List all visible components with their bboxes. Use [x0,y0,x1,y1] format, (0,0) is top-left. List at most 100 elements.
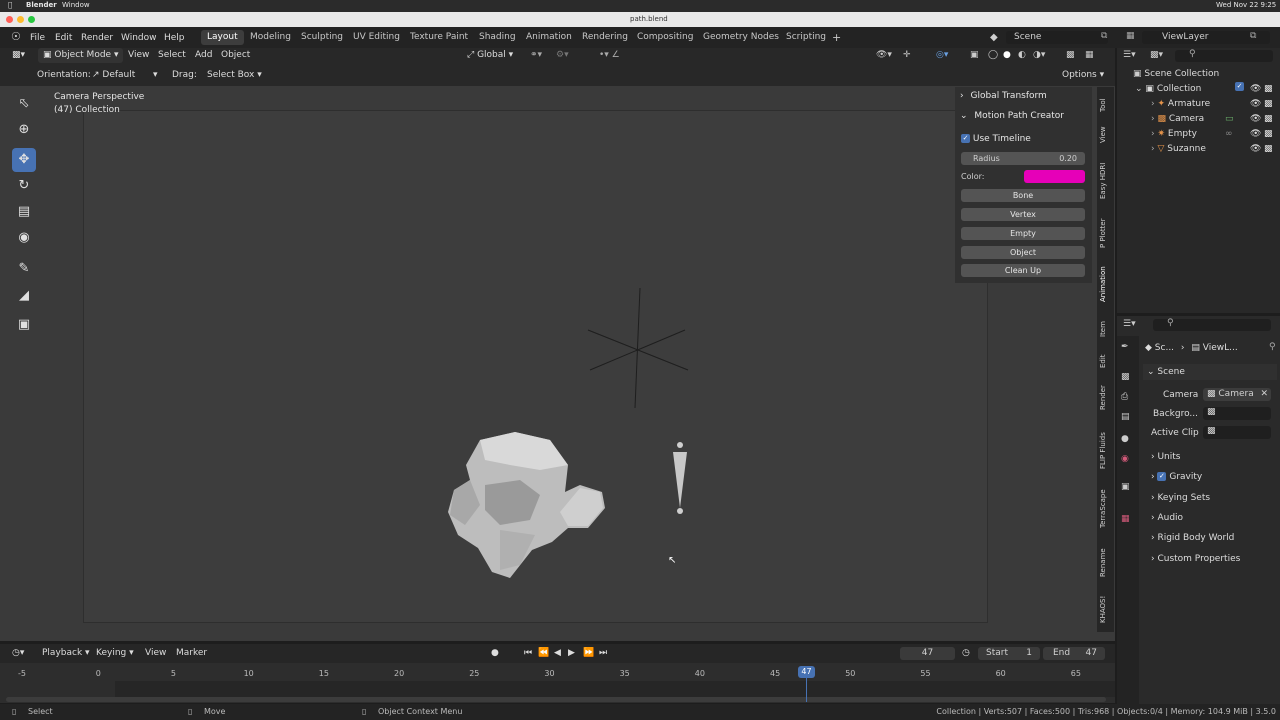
fullscreen-icon[interactable]: ▦ [1085,48,1094,63]
collection-checkbox[interactable]: ✓ [1235,82,1244,91]
camera-render-icon[interactable]: ▩ [1264,112,1273,127]
camera-view-icon[interactable]: ▩ [1066,48,1075,63]
tab-render[interactable]: Render [1099,381,1113,415]
transform-tool-icon[interactable]: ◉ [12,226,36,250]
mode-dropdown[interactable]: ▣ Object Mode ▾ [38,48,124,63]
eye-icon[interactable]: 👁 [1250,97,1261,112]
empty-button[interactable]: Empty [961,227,1085,240]
tab-modeling[interactable]: Modeling [244,30,297,45]
view-layer-tab-icon[interactable]: ▤ [1121,412,1130,422]
outliner-item-empty[interactable]: › ✷ Empty ∞ 👁 ▩ [1117,127,1280,142]
viewport-menu-select[interactable]: Select [158,48,186,63]
texture-tab-icon[interactable]: ▦ [1121,514,1130,524]
tab-tool[interactable]: Tool [1099,93,1113,117]
shading-solid-icon[interactable]: ● [1003,48,1011,63]
xray-icon[interactable]: ▣ [970,48,979,63]
outliner-item-camera[interactable]: › ▩ Camera ▭ 👁 ▩ [1117,112,1280,127]
timeline-scrollbar[interactable] [6,697,1106,702]
visibility-icon[interactable]: 👁▾ [876,48,892,63]
add-workspace-button[interactable]: + [826,30,847,45]
clock-icon[interactable]: ◷ [962,646,970,661]
eye-icon[interactable]: 👁 [1250,127,1261,142]
play-reverse-icon[interactable]: ◀ [554,646,561,661]
outliner-item-suzanne[interactable]: › ▽ Suzanne 👁 ▩ [1117,142,1280,157]
playback-menu[interactable]: Playback ▾ [42,646,90,661]
suzanne-object[interactable] [448,432,605,578]
outliner-item-armature[interactable]: › ✦ Armature 👁 ▩ [1117,97,1280,112]
new-viewlayer-icon[interactable]: ⧉ [1250,31,1256,41]
gravity-panel-header[interactable]: › ✓ Gravity [1151,469,1202,485]
menu-edit[interactable]: Edit [55,33,72,43]
tab-view[interactable]: View [1099,123,1113,147]
orientation-dropdown[interactable]: ↗ Default [92,68,135,83]
use-timeline-checkbox[interactable]: ✓ Use Timeline [961,134,1031,144]
minimize-window-button[interactable] [17,16,24,23]
outliner-search-input[interactable]: ⚲ [1175,49,1273,62]
background-prop-field[interactable]: ▩ [1203,407,1271,420]
menu-help[interactable]: Help [164,33,185,43]
camera-render-icon[interactable]: ▩ [1264,142,1273,157]
eye-icon[interactable]: 👁 [1250,142,1261,157]
select-tool-icon[interactable]: ⬁ [12,92,36,116]
timeline-area[interactable] [0,663,1115,703]
tab-flip-fluids[interactable]: FLIP Fluids [1099,427,1113,475]
units-panel-header[interactable]: › Units [1151,449,1180,465]
add-cube-tool-icon[interactable]: ▣ [12,313,36,337]
editor-type-icon[interactable]: ▩▾ [12,48,25,63]
custom-properties-panel-header[interactable]: › Custom Properties [1151,551,1240,567]
start-frame-field[interactable]: Start 1 [978,647,1040,660]
play-icon[interactable]: ▶ [568,646,575,661]
radius-field[interactable]: Radius 0.20 [961,152,1085,165]
rigid-body-world-panel-header[interactable]: › Rigid Body World [1151,530,1234,546]
keying-menu[interactable]: Keying ▾ [96,646,134,661]
proportional-edit-icon[interactable]: •▾ ∠ [599,48,620,63]
tab-p-plotter[interactable]: P Plotter [1099,213,1113,253]
cursor-tool-icon[interactable]: ⊕ [12,118,36,142]
tab-edit[interactable]: Edit [1099,349,1113,373]
marker-menu[interactable]: Marker [176,646,207,661]
prev-keyframe-icon[interactable]: ⏪ [538,646,549,661]
tool-tab-icon[interactable]: ✒ [1121,342,1129,352]
jump-end-icon[interactable]: ⏭ [599,646,607,661]
tab-shading[interactable]: Shading [473,30,522,45]
display-mode-icon[interactable]: ▩▾ [1150,50,1163,60]
tab-scripting[interactable]: Scripting [780,30,832,45]
viewport-menu-object[interactable]: Object [221,48,250,63]
clean-up-button[interactable]: Clean Up [961,264,1085,277]
measure-tool-icon[interactable]: ◢ [12,284,36,308]
output-tab-icon[interactable]: ⎙ [1121,392,1128,402]
move-tool-icon[interactable]: ✥ [12,148,36,172]
pin-icon[interactable]: ⚲ [1269,342,1276,352]
tab-layout[interactable]: Layout [201,30,244,45]
camera-prop-field[interactable]: ▩ Camera ✕ [1203,388,1271,401]
vertex-button[interactable]: Vertex [961,208,1085,221]
collection-row[interactable]: ⌄ ▣ Collection ✓ 👁 ▩ [1117,82,1280,97]
camera-render-icon[interactable]: ▩ [1264,127,1273,142]
shading-material-icon[interactable]: ◐ [1018,48,1026,63]
eye-icon[interactable]: 👁 [1250,112,1261,127]
annotate-tool-icon[interactable]: ✎ [12,257,36,281]
blender-logo-icon[interactable]: ☉ [11,30,21,43]
tab-animation[interactable]: Animation [520,30,578,45]
scene-collection-row[interactable]: ▣ Scene Collection [1117,67,1280,82]
render-tab-icon[interactable]: ▩ [1121,372,1130,382]
tab-item[interactable]: Item [1099,317,1113,341]
armature-object[interactable] [673,442,687,514]
camera-render-icon[interactable]: ▩ [1264,97,1273,112]
menu-render[interactable]: Render [81,33,113,43]
playhead[interactable]: 47 [798,666,815,678]
gravity-checkbox[interactable]: ✓ [1157,472,1167,481]
tab-khaos[interactable]: KHAOS! [1099,591,1113,627]
close-window-button[interactable] [6,16,13,23]
camera-render-icon[interactable]: ▩ [1264,82,1273,97]
scene-panel-header[interactable]: ⌄ Scene [1143,364,1277,380]
pivot-icon[interactable]: ⚭▾ [530,48,542,63]
drag-dropdown[interactable]: Select Box ▾ [207,68,262,83]
tab-sculpting[interactable]: Sculpting [295,30,349,45]
tab-compositing[interactable]: Compositing [631,30,699,45]
tab-terrascape[interactable]: TerraScape [1099,483,1113,535]
audio-panel-header[interactable]: › Audio [1151,510,1183,526]
global-transform-header[interactable]: › Global Transform [955,87,1092,105]
current-frame-field[interactable]: 47 [900,647,955,660]
viewport-menu-add[interactable]: Add [195,48,212,63]
